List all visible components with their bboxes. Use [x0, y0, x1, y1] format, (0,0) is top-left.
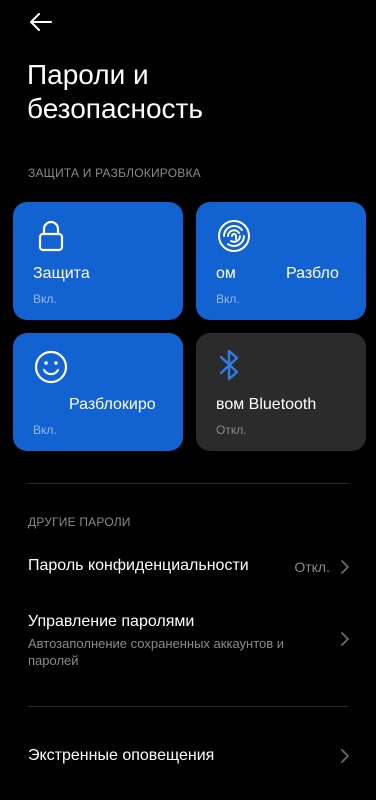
- section-header-other: ДРУГИЕ ПАРОЛИ: [28, 515, 131, 529]
- tile-fingerprint-label-part1: ом: [216, 265, 236, 282]
- bluetooth-icon: [219, 349, 239, 381]
- row-emergency-alerts-label: Экстренные оповещения: [28, 747, 215, 764]
- tile-face-unlock-label: Разблокиро: [69, 396, 156, 413]
- tile-protection-label: Защита: [33, 265, 90, 282]
- row-password-manager[interactable]: Управление паролями Автозаполнение сохра…: [0, 605, 376, 675]
- row-password-manager-subtitle: Автозаполнение сохраненных аккаунтов и п…: [28, 636, 285, 668]
- tile-face-unlock[interactable]: Разблокиро Вкл.: [13, 333, 183, 451]
- page-title: Пароли и безопасность: [27, 58, 347, 126]
- chevron-right-icon: [341, 560, 349, 574]
- face-icon: [34, 350, 68, 384]
- tile-fingerprint-state: Вкл.: [216, 292, 240, 306]
- row-password-manager-label: Управление паролями: [28, 613, 195, 630]
- tile-bluetooth-state: Откл.: [216, 423, 247, 437]
- row-privacy-password-value: Откл.: [294, 559, 330, 575]
- section-header-lock: ЗАЩИТА И РАЗБЛОКИРОВКА: [28, 166, 201, 180]
- row-privacy-password-label: Пароль конфиденциальности: [28, 557, 249, 574]
- chevron-right-icon: [341, 632, 349, 646]
- divider: [28, 706, 348, 707]
- lock-icon: [38, 220, 64, 252]
- tile-bluetooth-unlock[interactable]: вом Bluetooth Откл.: [196, 333, 366, 451]
- tile-bluetooth-label: вом Bluetooth: [216, 396, 317, 413]
- arrow-left-icon: [30, 13, 52, 31]
- page-title-line1: Пароли и: [27, 59, 149, 90]
- tile-protection[interactable]: Защита Вкл.: [13, 202, 183, 320]
- page-title-line2: безопасность: [27, 93, 203, 124]
- tile-fingerprint[interactable]: ом Разбло Вкл.: [196, 202, 366, 320]
- tile-fingerprint-label-part2: Разбло: [286, 265, 339, 282]
- tile-face-unlock-state: Вкл.: [33, 423, 57, 437]
- tile-protection-state: Вкл.: [33, 292, 57, 306]
- row-privacy-password[interactable]: Пароль конфиденциальности Откл.: [0, 545, 376, 589]
- fingerprint-icon: [218, 220, 250, 252]
- row-emergency-alerts[interactable]: Экстренные оповещения: [0, 735, 376, 779]
- divider: [28, 483, 348, 484]
- back-button[interactable]: [26, 8, 56, 36]
- chevron-right-icon: [341, 749, 349, 763]
